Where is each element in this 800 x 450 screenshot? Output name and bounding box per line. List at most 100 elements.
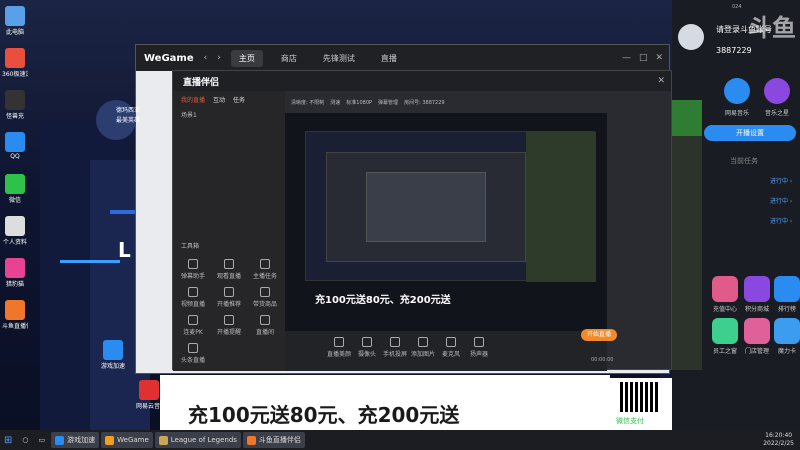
tab-pioneer[interactable]: 先锋测试 [315, 50, 363, 67]
tool-button[interactable]: 主播任务 [251, 259, 279, 280]
clock[interactable]: 16:20:40 2022/2/25 [763, 432, 800, 448]
tile-music-icon[interactable] [724, 78, 750, 104]
bottom-tool[interactable]: 手机投屏 [381, 337, 409, 358]
desktop-icon[interactable]: 猎豹猫 [2, 258, 28, 288]
tile-label: 网易音乐 [724, 110, 749, 117]
desktop-icon-label: 微信 [8, 197, 21, 204]
tool-button[interactable]: 连麦PK [179, 315, 207, 336]
tool-icon [474, 337, 484, 347]
taskview-icon[interactable]: ▭ [35, 432, 50, 448]
tile-card-icon[interactable] [774, 318, 800, 344]
start-live-button[interactable]: 开始直播 [581, 329, 617, 341]
app-icon [5, 300, 25, 320]
app-icon [5, 174, 25, 194]
tool-icon [260, 259, 270, 269]
desktop-icon[interactable]: 游戏加速 [100, 340, 126, 370]
minimize-icon[interactable]: — [622, 53, 631, 63]
tile-rank-icon[interactable] [774, 276, 800, 302]
qr-code-panel: 微信支付 [610, 378, 672, 430]
tab-interact[interactable]: 互动 [213, 95, 225, 104]
tool-button[interactable]: 带货商品 [251, 287, 279, 308]
desktop-icon-label: 此电脑 [5, 29, 24, 36]
task-status[interactable]: 进行中 › [770, 176, 792, 185]
preview-label[interactable]: 弹幕管理 [378, 99, 398, 106]
tool-label: 直播间 [255, 329, 274, 336]
desktop-icon[interactable]: 360极速浏览器 [2, 48, 28, 78]
desktop-icon[interactable]: 微信 [2, 174, 28, 204]
desktop-icon[interactable]: 个人资料 [2, 216, 28, 246]
tab-home[interactable]: 主页 [230, 49, 263, 67]
task-status[interactable]: 进行中 › [770, 216, 792, 225]
tab-live[interactable]: 直播 [373, 50, 405, 67]
close-icon[interactable]: ✕ [657, 76, 671, 86]
desktop-icon[interactable]: 斗鱼直播伴侣 [2, 300, 28, 330]
tile-star-icon[interactable] [764, 78, 790, 104]
scene-label[interactable]: 场景1 [173, 108, 285, 121]
tool-label: 扬声器 [469, 351, 488, 358]
tool-button[interactable]: 头条直播 [179, 343, 207, 364]
tab-store[interactable]: 商店 [273, 50, 305, 67]
desktop-icon-label: 斗鱼直播伴侣 [2, 323, 28, 330]
back-icon[interactable]: ‹ [204, 53, 208, 63]
clock-time: 16:20:40 [765, 432, 793, 439]
tool-button[interactable]: 弹幕助手 [179, 259, 207, 280]
tool-button[interactable]: 视频直播 [179, 287, 207, 308]
tab-task[interactable]: 任务 [233, 95, 245, 104]
taskbar-item[interactable]: League of Legends [154, 432, 241, 448]
close-icon[interactable]: ✕ [655, 53, 663, 63]
tool-icon [188, 287, 198, 297]
promo-text: 充100元送80元、充200元送 [188, 403, 460, 427]
preview-label[interactable]: 房间号: 3887229 [404, 99, 445, 106]
user-avatar-icon[interactable] [678, 24, 704, 50]
tile-mall-icon[interactable] [744, 276, 770, 302]
desktop-icon[interactable]: 怪兽充 [2, 90, 28, 120]
bottom-tool[interactable]: 麦克风 [437, 337, 465, 358]
live-sidebar: 我的直播 互动 任务 场景1 工具箱 弹幕助手 观看直播 主播任务 视频直播 开播推荐 带… [173, 91, 285, 371]
bottom-tool[interactable]: 直播美颜 [325, 337, 353, 358]
desktop-icon[interactable]: 网易云音乐 [136, 380, 162, 410]
tool-button[interactable]: 开播提醒 [215, 315, 243, 336]
maximize-icon[interactable]: □ [639, 53, 648, 63]
app-icon [5, 90, 25, 110]
tool-button[interactable]: 开播推荐 [215, 287, 243, 308]
tool-button[interactable]: 观看直播 [215, 259, 243, 280]
preview-label[interactable]: 标准1080P [346, 99, 372, 106]
forward-icon[interactable]: › [217, 53, 221, 63]
preview-label[interactable]: 清晰度: 不限制 [291, 99, 324, 106]
tool-label: 连麦PK [183, 329, 203, 336]
tool-label: 手机投屏 [382, 351, 407, 358]
tile-staff-icon[interactable] [712, 318, 738, 344]
bottom-tool[interactable]: 添加图片 [409, 337, 437, 358]
tool-button[interactable]: 直播间 [251, 315, 279, 336]
tool-label: 开播推荐 [216, 301, 241, 308]
preview-label[interactable]: 测速 [330, 99, 340, 106]
tile-recharge-icon[interactable] [712, 276, 738, 302]
desktop-icon-label: 个人资料 [2, 239, 27, 246]
app-icon [5, 132, 25, 152]
app-icon [5, 258, 25, 278]
watermark-logo: 斗鱼 [748, 14, 796, 42]
tool-icon [260, 287, 270, 297]
desktop-icon-label: 怪兽充 [5, 113, 24, 120]
wegame-logo: WeGame [144, 52, 194, 64]
desktop-icon[interactable]: 此电脑 [2, 6, 28, 36]
desktop-icon[interactable]: QQ [2, 132, 28, 160]
taskbar-item[interactable]: 游戏加速 [51, 432, 100, 448]
search-icon[interactable]: ○ [18, 432, 32, 448]
open-live-button[interactable]: 开播设置 [704, 125, 796, 141]
taskbar-item[interactable]: WeGame [101, 432, 153, 448]
app-icon [103, 340, 123, 360]
task-status[interactable]: 进行中 › [770, 196, 792, 205]
bottom-tool[interactable]: 摄像头 [353, 337, 381, 358]
app-icon [139, 380, 159, 400]
tab-my-live[interactable]: 我的直播 [181, 95, 205, 104]
tile-label: 音乐之星 [764, 110, 789, 117]
bottom-tool[interactable]: 扬声器 [465, 337, 493, 358]
tile-store-icon[interactable] [744, 318, 770, 344]
tool-label: 添加图片 [410, 351, 435, 358]
user-id: 3887229 [716, 46, 752, 55]
app-icon [5, 6, 25, 26]
taskbar-item[interactable]: 斗鱼直播伴侣 [242, 432, 305, 448]
start-icon[interactable]: ⊞ [0, 432, 16, 448]
tool-label: 视频直播 [180, 301, 205, 308]
